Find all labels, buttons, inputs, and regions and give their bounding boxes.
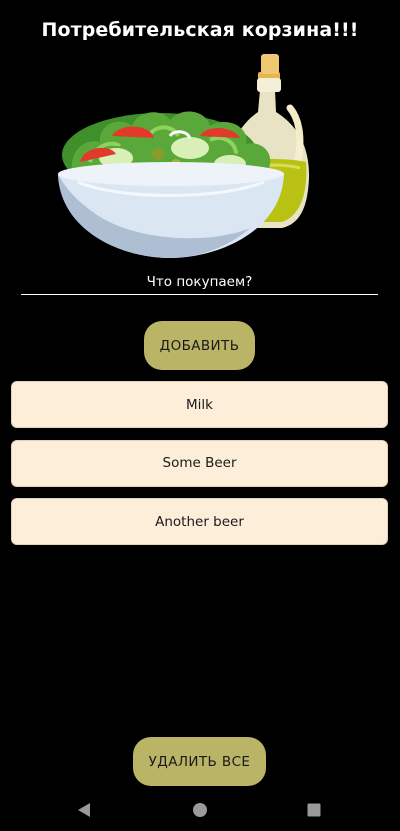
item-input[interactable] [21, 270, 378, 295]
item-input-wrapper [21, 270, 378, 296]
delete-all-button[interactable]: УДАЛИТЬ ВСЕ [133, 737, 266, 786]
shopping-list: Milk Some Beer Another beer [11, 381, 388, 557]
bowl-icon [58, 162, 284, 258]
home-circle-icon [193, 803, 207, 817]
system-navigation-bar [0, 793, 400, 831]
recents-nav-button[interactable] [299, 797, 329, 823]
list-item[interactable]: Another beer [11, 498, 388, 545]
back-nav-button[interactable] [69, 797, 99, 823]
back-triangle-icon [78, 803, 90, 817]
home-nav-button[interactable] [185, 797, 215, 823]
list-item[interactable]: Milk [11, 381, 388, 428]
add-button[interactable]: ДОБАВИТЬ [144, 321, 255, 370]
page-title: Потребительская корзина!!! [41, 19, 359, 41]
salad-illustration [58, 54, 310, 258]
recents-square-icon [307, 803, 321, 817]
list-item[interactable]: Some Beer [11, 439, 388, 487]
